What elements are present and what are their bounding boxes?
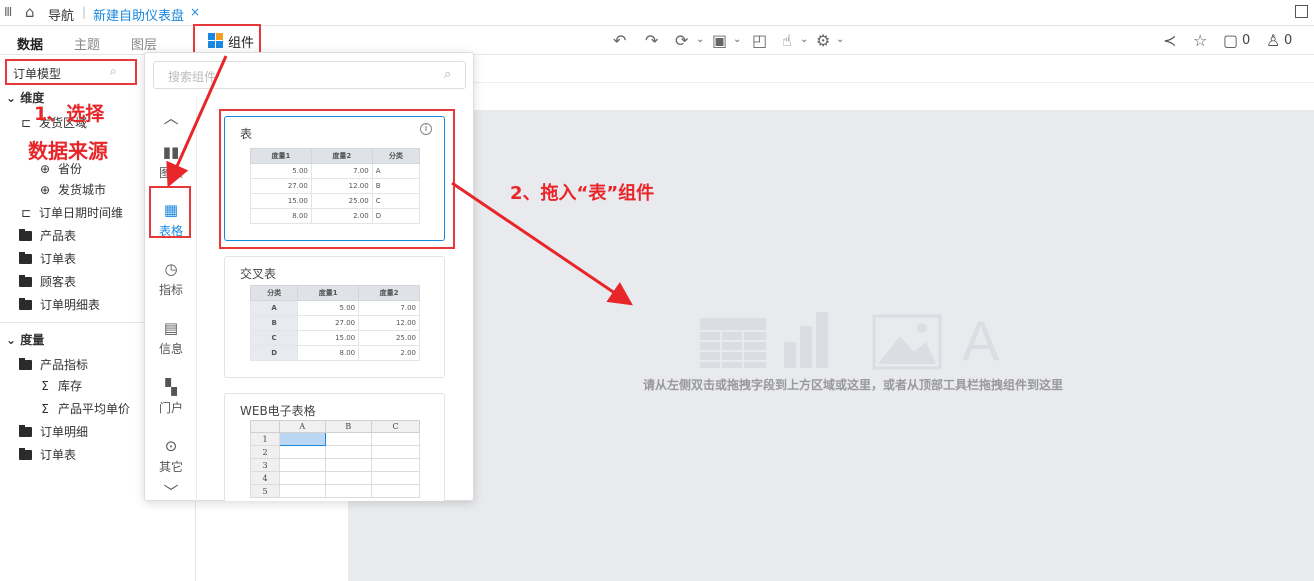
category-other[interactable]: ⊙ 其它 bbox=[145, 437, 197, 475]
annotation-step1-line1: 1、选择 bbox=[34, 103, 105, 125]
bar-chart-icon: ▮▮ bbox=[162, 143, 180, 161]
card-table-highlight bbox=[219, 109, 455, 249]
folder-open-icon bbox=[19, 358, 32, 370]
home-icon[interactable]: ⌂ bbox=[25, 3, 35, 21]
more-icon: ⊙ bbox=[164, 437, 178, 455]
comment-count: 0 bbox=[1242, 33, 1251, 48]
sigma-icon: Σ bbox=[41, 379, 49, 393]
scroll-up-icon[interactable]: ︿ bbox=[145, 107, 197, 131]
category-chart[interactable]: ▮▮ 图表 bbox=[145, 143, 197, 181]
like-icon[interactable]: ♙ bbox=[1266, 31, 1280, 50]
search-placeholder: 搜索组件 bbox=[168, 70, 217, 84]
component-button[interactable]: 组件 bbox=[193, 24, 261, 55]
comment-icon[interactable]: ▢ bbox=[1223, 31, 1238, 50]
tree-item-order-detail[interactable]: 订单明细 bbox=[19, 423, 88, 440]
tree-item-order-detail-table[interactable]: 订单明细表 bbox=[19, 296, 100, 313]
dashboard-canvas[interactable]: A bbox=[348, 110, 1314, 581]
maximize-icon[interactable] bbox=[1295, 5, 1308, 18]
folder-icon bbox=[19, 252, 32, 264]
data-model-value: 订单模型 bbox=[13, 67, 62, 81]
share-icon[interactable]: ≺ bbox=[1163, 31, 1176, 50]
tree-item-order-table[interactable]: 订单表 bbox=[19, 250, 76, 267]
component-card-web-spreadsheet[interactable]: WEB电子表格 ABC 1 2 3 4 5 bbox=[224, 393, 445, 501]
tab-layer[interactable]: 图层 bbox=[131, 34, 157, 53]
tree-item-avg-price[interactable]: Σ 产品平均单价 bbox=[38, 400, 130, 417]
hand-icon[interactable]: ☝ bbox=[782, 31, 792, 50]
separator: | bbox=[82, 5, 87, 19]
category-portal[interactable]: ▚ 门户 bbox=[145, 378, 197, 416]
globe-icon: ⊕ bbox=[39, 183, 51, 197]
tree-item-product-metrics[interactable]: 产品指标 bbox=[19, 356, 88, 373]
component-button-label: 组件 bbox=[228, 36, 255, 51]
folder-icon bbox=[19, 229, 32, 241]
redo-icon[interactable]: ↷ bbox=[645, 31, 658, 50]
globe-icon: ⊕ bbox=[39, 162, 51, 176]
category-table-highlight bbox=[149, 186, 191, 238]
hierarchy-icon: ⊏ bbox=[20, 116, 32, 130]
component-grid-icon bbox=[208, 33, 223, 48]
search-icon[interactable]: ⌕ bbox=[444, 67, 451, 82]
chevron-down-icon[interactable]: ⌄ bbox=[800, 34, 808, 45]
hierarchy-icon: ⊏ bbox=[20, 206, 32, 220]
tree-item-inventory[interactable]: Σ 库存 bbox=[38, 377, 82, 394]
folder-icon bbox=[19, 298, 32, 310]
top-nav-bar: Ⅲ ⌂ 导航 | 新建自助仪表盘 × bbox=[0, 0, 1314, 26]
spreadsheet-preview: ABC 1 2 3 4 5 bbox=[250, 420, 420, 498]
preview-icon[interactable]: ◰ bbox=[752, 31, 767, 50]
nav-label[interactable]: 导航 bbox=[48, 5, 74, 24]
tab-dashboard-title[interactable]: 新建自助仪表盘 bbox=[93, 5, 184, 24]
menu-icon[interactable]: Ⅲ bbox=[4, 5, 12, 19]
tree-item-customer-table[interactable]: 顾客表 bbox=[19, 273, 76, 290]
tree-item-city[interactable]: ⊕ 发货城市 bbox=[38, 181, 106, 198]
data-model-select[interactable]: 订单模型 ⌕ bbox=[5, 59, 137, 85]
component-card-crosstab[interactable]: 交叉表 分类 度量1 度量2 A 5.00 7.00 B 27.00 12.00 C 15.0… bbox=[224, 256, 445, 378]
gauge-icon: ◷ bbox=[164, 260, 178, 278]
gear-icon[interactable]: ⚙ bbox=[816, 31, 830, 50]
refresh-icon[interactable]: ⟳ bbox=[675, 31, 688, 50]
tab-data[interactable]: 数据 bbox=[17, 34, 43, 53]
scroll-down-icon[interactable]: ﹀ bbox=[145, 481, 197, 505]
component-popup: 搜索组件 ⌕ ︿ ▮▮ 图表 ▦ 表格 ◷ 指标 ▤ 信息 ▚ 门户 ⊙ 其它 ﹀ 表 i … bbox=[144, 52, 474, 502]
undo-icon[interactable]: ↶ bbox=[613, 31, 626, 50]
sigma-icon: Σ bbox=[41, 402, 49, 416]
chevron-down-icon[interactable]: ⌄ bbox=[836, 34, 844, 45]
card-title: WEB电子表格 bbox=[240, 404, 316, 418]
folder-icon bbox=[19, 425, 32, 437]
save-icon[interactable]: ▣ bbox=[712, 31, 727, 50]
chevron-down-icon[interactable]: ⌄ bbox=[733, 34, 741, 45]
placeholder-graphic: A bbox=[700, 309, 1000, 372]
crosstab-preview: 分类 度量1 度量2 A 5.00 7.00 B 27.00 12.00 C 15.00 25.… bbox=[249, 285, 420, 361]
tree-item-order-table-2[interactable]: 订单表 bbox=[19, 446, 76, 463]
tab-theme[interactable]: 主题 bbox=[74, 34, 100, 53]
tab-close-icon[interactable]: × bbox=[190, 5, 200, 19]
annotation-step1-line2: 数据来源 bbox=[28, 139, 108, 163]
card-title: 交叉表 bbox=[240, 267, 277, 281]
measure-section-header[interactable]: ⌄ 度量 bbox=[6, 331, 44, 348]
component-search-input[interactable]: 搜索组件 ⌕ bbox=[153, 61, 466, 89]
category-info[interactable]: ▤ 信息 bbox=[145, 319, 197, 357]
annotation-step2: 2、拖入“表”组件 bbox=[510, 183, 655, 204]
tree-item-order-date[interactable]: ⊏ 订单日期时间维 bbox=[19, 204, 123, 221]
info-doc-icon: ▤ bbox=[163, 319, 179, 337]
search-icon[interactable]: ⌕ bbox=[110, 64, 117, 79]
folder-icon bbox=[19, 275, 32, 287]
chevron-down-icon[interactable]: ⌄ bbox=[696, 34, 704, 45]
category-list: ︿ ▮▮ 图表 ▦ 表格 ◷ 指标 ▤ 信息 ▚ 门户 ⊙ 其它 ﹀ bbox=[145, 97, 197, 502]
portal-icon: ▚ bbox=[165, 378, 177, 396]
folder-icon bbox=[19, 448, 32, 460]
tree-item-product-table[interactable]: 产品表 bbox=[19, 227, 76, 244]
category-metric[interactable]: ◷ 指标 bbox=[145, 260, 197, 298]
placeholder-text-icon: A bbox=[962, 309, 1000, 372]
like-count: 0 bbox=[1284, 33, 1293, 48]
canvas-placeholder-text: 请从左侧双击或拖拽字段到上方区域或这里，或者从顶部工具栏拖拽组件到这里 bbox=[643, 378, 1064, 392]
star-icon[interactable]: ☆ bbox=[1193, 31, 1207, 50]
